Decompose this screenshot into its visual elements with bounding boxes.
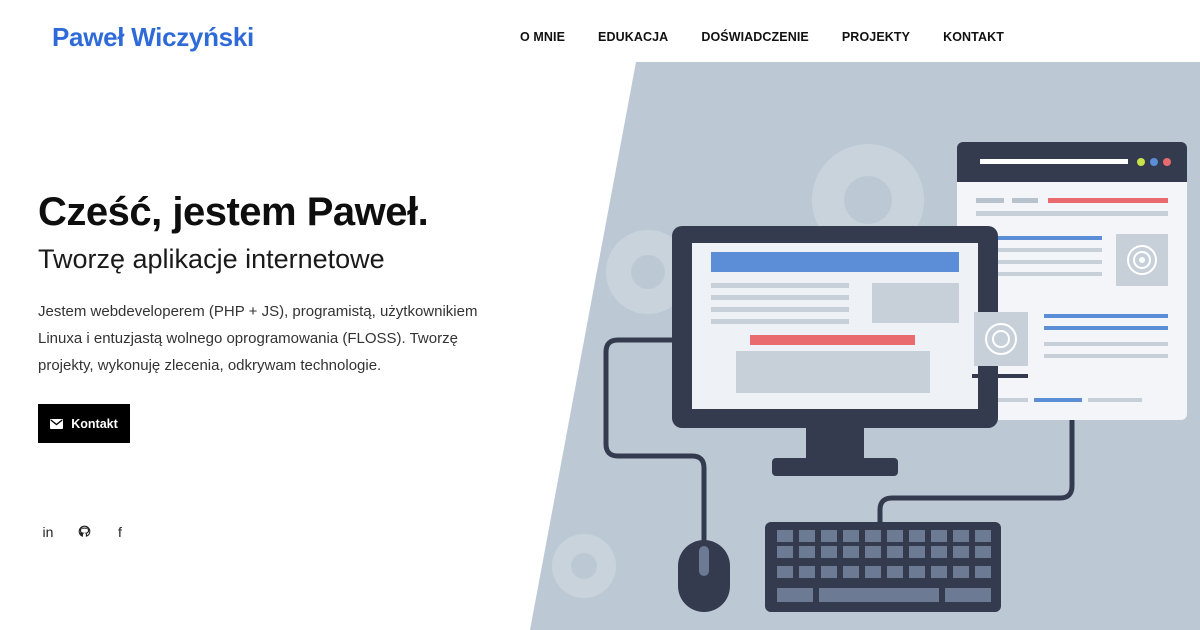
nav-item-edukacja[interactable]: EDUKACJA (598, 30, 668, 44)
nav-item-kontakt[interactable]: KONTAKT (943, 30, 1004, 44)
hero-subtitle: Tworzę aplikacje internetowe (38, 244, 385, 274)
site-logo[interactable]: Paweł Wiczyński (52, 22, 254, 53)
site-header: Paweł Wiczyński O MNIE EDUKACJA DOŚWIADC… (0, 0, 1200, 64)
hero-title: Cześć, jestem Paweł. (38, 190, 429, 234)
contact-button-label: Kontakt (71, 416, 118, 431)
nav-item-doswiadczenie[interactable]: DOŚWIADCZENIE (701, 30, 809, 44)
main-nav: O MNIE EDUKACJA DOŚWIADCZENIE PROJEKTY K… (520, 30, 1004, 44)
nav-item-o-mnie[interactable]: O MNIE (520, 30, 565, 44)
hero-description: Jestem webdeveloperem (PHP + JS), progra… (38, 303, 478, 374)
linkedin-icon[interactable]: in (40, 522, 56, 542)
social-links: in f (40, 522, 128, 542)
facebook-icon[interactable]: f (112, 522, 128, 542)
github-icon[interactable] (76, 522, 92, 542)
mail-icon (50, 418, 64, 429)
nav-item-projekty[interactable]: PROJEKTY (842, 30, 910, 44)
contact-button[interactable]: Kontakt (38, 404, 130, 443)
hero-illustration (530, 62, 1200, 630)
